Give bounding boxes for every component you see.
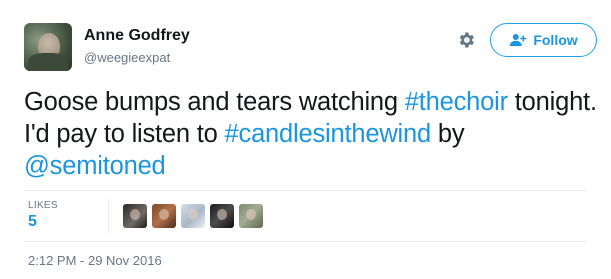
tweet-text: Goose bumps and tears watching #thechoir… bbox=[24, 86, 599, 182]
likes-label: LIKES bbox=[28, 200, 58, 211]
likers-avatars bbox=[123, 204, 263, 228]
liker-avatar[interactable] bbox=[152, 204, 176, 228]
stats-separator bbox=[108, 199, 109, 233]
add-user-icon bbox=[510, 34, 527, 46]
author-display-name[interactable]: Anne Godfrey bbox=[84, 27, 190, 45]
hashtag-candlesinthewind-link[interactable]: #candlesinthewind bbox=[225, 120, 432, 148]
likes-count[interactable]: 5 bbox=[28, 213, 37, 231]
divider bbox=[24, 241, 587, 242]
liker-avatar[interactable] bbox=[239, 204, 263, 228]
author-screen-name[interactable]: @weegieexpat bbox=[84, 50, 170, 65]
tweet-timestamp[interactable]: 2:12 PM - 29 Nov 2016 bbox=[28, 253, 162, 268]
hashtag-thechoir-link[interactable]: #thechoir bbox=[405, 88, 508, 116]
liker-avatar[interactable] bbox=[123, 204, 147, 228]
author-avatar[interactable] bbox=[24, 23, 72, 71]
tweet-card: Anne Godfrey @weegieexpat Follow Goose b… bbox=[0, 0, 611, 279]
tweet-text-segment: by bbox=[430, 120, 465, 148]
liker-avatar[interactable] bbox=[181, 204, 205, 228]
tweet-text-segment: Goose bumps and tears watching bbox=[24, 88, 405, 116]
gear-icon[interactable] bbox=[456, 30, 476, 50]
follow-button-label: Follow bbox=[533, 32, 578, 48]
follow-button[interactable]: Follow bbox=[490, 23, 597, 57]
mention-semitoned-link[interactable]: @semitoned bbox=[24, 152, 166, 180]
divider bbox=[24, 190, 587, 191]
liker-avatar[interactable] bbox=[210, 204, 234, 228]
